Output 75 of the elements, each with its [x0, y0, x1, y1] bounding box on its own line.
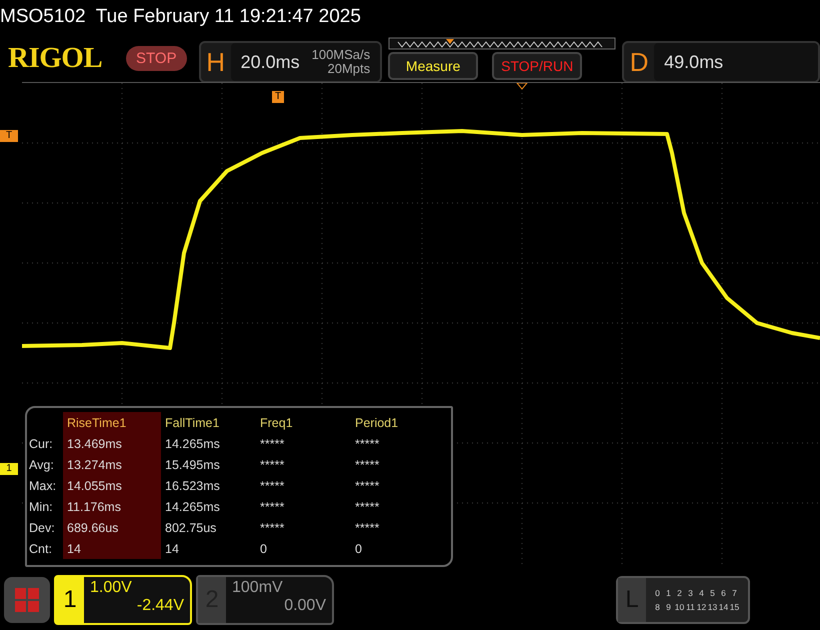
channel-panel[interactable]: 1 1.00V -2.44V [54, 575, 192, 625]
table-cell-text: ***** [354, 456, 380, 474]
table-cell-text: 0 [259, 540, 268, 558]
logic-channel-number: 13 [707, 602, 718, 612]
memory-depth: 20Mpts [328, 62, 370, 76]
run-state-badge: STOP [126, 46, 187, 70]
channel-number: 1 [56, 577, 84, 623]
table-cell-text: ***** [354, 498, 380, 516]
delay-label: D [628, 46, 650, 78]
logic-channel-number: 10 [674, 602, 685, 612]
row-label: Max: [28, 478, 58, 494]
trigger-position-marker[interactable]: T [272, 91, 284, 103]
logic-channel-number: 8 [654, 602, 661, 612]
table-cell: 14 [63, 538, 161, 559]
sample-rate: 100MSa/s [312, 48, 370, 62]
column-header[interactable]: FallTime1 [161, 412, 256, 433]
table-cell: 11.176ms [63, 496, 161, 517]
logic-channel-number: 14 [718, 602, 729, 612]
channel-offset: 0.00V [284, 597, 326, 615]
measure-button[interactable]: Measure [388, 52, 478, 80]
table-cell-text: ***** [259, 498, 286, 516]
table-cell-text: 14 [164, 540, 180, 558]
table-cell-text: ***** [259, 456, 286, 474]
channel-marker[interactable]: 1 [0, 463, 18, 475]
column-header[interactable]: Period1 [351, 412, 451, 433]
delay-value: 49.0ms [664, 52, 724, 72]
row-label: Avg: [28, 456, 55, 474]
table-cell-text: 802.75us [164, 520, 218, 536]
row-label: Min: [28, 498, 54, 516]
logic-channel-number: 1 [665, 588, 672, 598]
table-cell-text: ***** [259, 478, 286, 494]
trigger-level-marker[interactable]: T [0, 130, 18, 142]
logic-channel-number: 12 [696, 602, 707, 612]
table-cell-text: ***** [259, 520, 286, 536]
table-cell-text: 16.523ms [164, 478, 221, 494]
table-cell-text: ***** [354, 436, 380, 452]
status-line: MSO5102 Tue February 11 19:21:47 2025 [0, 6, 361, 28]
logic-channel-number: 3 [687, 588, 694, 598]
channel-scale: 1.00V [90, 579, 132, 597]
grid-menu-icon [14, 587, 40, 613]
logic-channel-number: 6 [720, 588, 727, 598]
logic-channel-number: 5 [709, 588, 716, 598]
logic-channel-number: 11 [685, 602, 696, 612]
table-cell: 14.055ms [63, 475, 161, 496]
horizontal-label: H [205, 46, 226, 78]
table-cell: 13.274ms [63, 454, 161, 475]
row-label: Cur: [28, 436, 54, 452]
table-cell-text: 14.265ms [164, 436, 221, 452]
table-cell: 689.66us [63, 517, 161, 538]
channel-offset: -2.44V [136, 597, 184, 615]
row-label: Dev: [28, 520, 56, 536]
table-cell-text: 14.265ms [164, 498, 221, 516]
table-cell: 13.469ms [63, 433, 161, 454]
trigger-point-icon [516, 83, 528, 90]
stop-run-button[interactable]: STOP/RUN [492, 52, 582, 80]
channel-scale: 100mV [232, 579, 283, 597]
column-header[interactable]: RiseTime1 [63, 412, 161, 433]
column-header[interactable]: Freq1 [256, 412, 351, 433]
logic-channel-number: 4 [698, 588, 705, 598]
logic-channel-number: 15 [729, 602, 740, 612]
brand-logo: RIGOL [8, 42, 104, 74]
table-cell-text: 0 [354, 540, 363, 558]
table-cell-text: ***** [259, 436, 286, 452]
logic-channel-number: 7 [731, 588, 738, 598]
logic-channel-number: 0 [654, 588, 661, 598]
logic-channel-number: 9 [665, 602, 672, 612]
menu-button[interactable] [4, 577, 50, 623]
timebase-value: 20.0ms [240, 52, 300, 72]
logic-channel-number: 2 [676, 588, 683, 598]
row-label: Cnt: [28, 540, 53, 558]
table-cell-text: ***** [354, 520, 380, 536]
table-cell-text: ***** [354, 478, 380, 494]
memory-timeline-icon [388, 36, 616, 50]
table-cell-text: 15.495ms [164, 456, 221, 474]
delay-panel[interactable]: D 49.0ms [622, 41, 820, 83]
